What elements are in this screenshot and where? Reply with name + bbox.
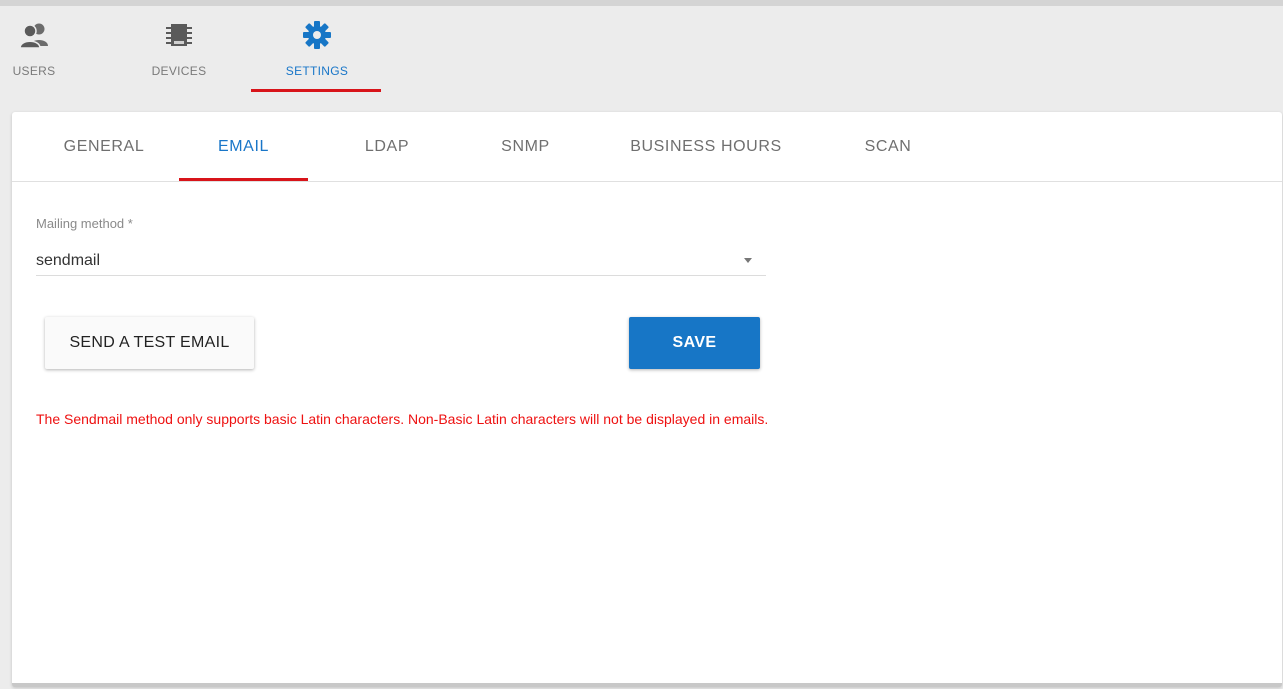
nav-label-settings: SETTINGS bbox=[285, 64, 349, 78]
tab-email[interactable]: EMAIL bbox=[179, 112, 308, 182]
dropdown-arrow-icon bbox=[744, 258, 752, 263]
send-test-email-button[interactable]: SEND A TEST EMAIL bbox=[45, 317, 254, 369]
devices-icon bbox=[164, 18, 194, 52]
sendmail-warning-message: The Sendmail method only supports basic … bbox=[36, 411, 769, 427]
save-button[interactable]: SAVE bbox=[629, 317, 760, 369]
mailing-method-value: sendmail bbox=[36, 252, 101, 269]
tab-general[interactable]: GENERAL bbox=[46, 112, 162, 182]
tab-business-hours[interactable]: BUSINESS HOURS bbox=[606, 112, 806, 182]
mailing-method-select[interactable]: sendmail bbox=[36, 246, 766, 276]
active-nav-indicator bbox=[251, 89, 381, 92]
nav-item-users[interactable]: USERS bbox=[6, 18, 62, 98]
active-tab-indicator bbox=[179, 178, 308, 181]
nav-item-devices[interactable]: DEVICES bbox=[143, 18, 215, 98]
top-navigation: USERS DEVICES SETTINGS bbox=[0, 0, 1283, 112]
settings-panel: GENERAL EMAIL LDAP SNMP BUSINESS HOURS S… bbox=[12, 112, 1282, 687]
gear-icon bbox=[302, 18, 332, 52]
tab-scan[interactable]: SCAN bbox=[848, 112, 928, 182]
nav-label-devices: DEVICES bbox=[151, 64, 207, 78]
users-icon bbox=[19, 18, 49, 52]
nav-item-settings[interactable]: SETTINGS bbox=[270, 18, 364, 98]
mailing-method-label: Mailing method * bbox=[36, 216, 133, 231]
tab-ldap[interactable]: LDAP bbox=[342, 112, 432, 182]
settings-tabs: GENERAL EMAIL LDAP SNMP BUSINESS HOURS S… bbox=[12, 112, 1282, 182]
nav-label-users: USERS bbox=[12, 64, 56, 78]
tab-snmp[interactable]: SNMP bbox=[478, 112, 573, 182]
